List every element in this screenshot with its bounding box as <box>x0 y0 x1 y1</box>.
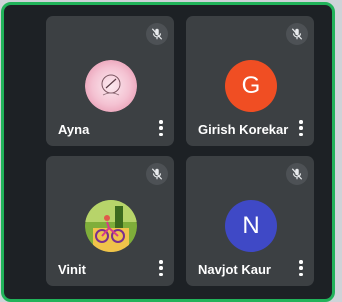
more-vert-icon[interactable] <box>158 120 164 136</box>
mic-off-icon <box>286 23 308 45</box>
participant-tile-ayna[interactable]: Ayna <box>46 16 174 146</box>
mic-off-icon <box>146 23 168 45</box>
participant-name: Ayna <box>58 122 90 137</box>
more-vert-icon[interactable] <box>298 260 304 276</box>
participant-tile-girish-korekar[interactable]: G Girish Korekar <box>186 16 314 146</box>
avatar: N <box>225 200 277 252</box>
participant-name: Vinit <box>58 262 86 277</box>
participant-tile-navjot-kaur[interactable]: N Navjot Kaur <box>186 156 314 286</box>
more-vert-icon[interactable] <box>158 260 164 276</box>
participant-grid: Ayna G Girish Korekar Vinit N Navjot Kau… <box>1 2 335 302</box>
participant-tile-vinit[interactable]: Vinit <box>46 156 174 286</box>
participant-name: Navjot Kaur <box>198 262 271 277</box>
participant-name: Girish Korekar <box>198 122 289 137</box>
avatar: G <box>225 60 277 112</box>
mic-off-icon <box>146 163 168 185</box>
avatar <box>85 60 137 112</box>
more-vert-icon[interactable] <box>298 120 304 136</box>
avatar <box>85 200 137 252</box>
mic-off-icon <box>286 163 308 185</box>
